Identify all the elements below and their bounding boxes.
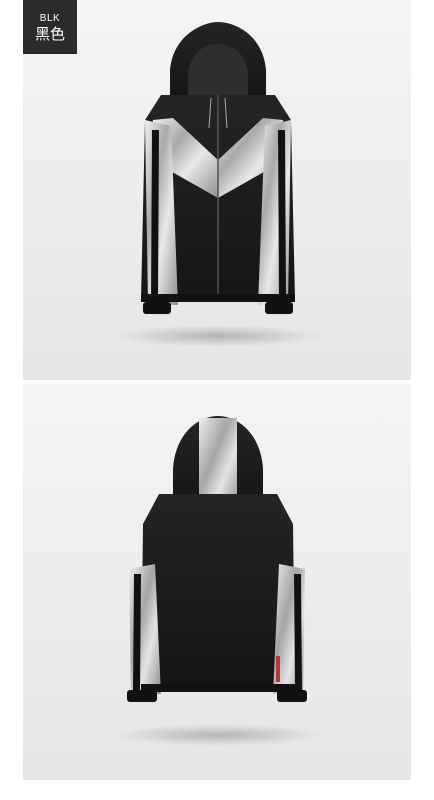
left-cuff [143,302,171,314]
right-cuff [265,302,293,314]
left-sleeve-stripe [151,130,159,300]
right-sleeve-stripe [294,574,302,690]
color-code: BLK [39,12,61,24]
jacket-body [141,494,295,689]
jacket-back-illustration [127,416,307,702]
left-sleeve-stripe [133,574,141,690]
hem [141,294,295,302]
color-badge: BLK 黑色 [23,0,77,54]
right-sleeve-stripe [278,130,286,300]
hem [141,684,295,692]
jacket-front-illustration [141,22,295,314]
product-image-back [23,384,411,780]
red-side-tab [276,656,280,682]
product-image-front [23,0,411,380]
color-name: 黑色 [34,24,65,43]
